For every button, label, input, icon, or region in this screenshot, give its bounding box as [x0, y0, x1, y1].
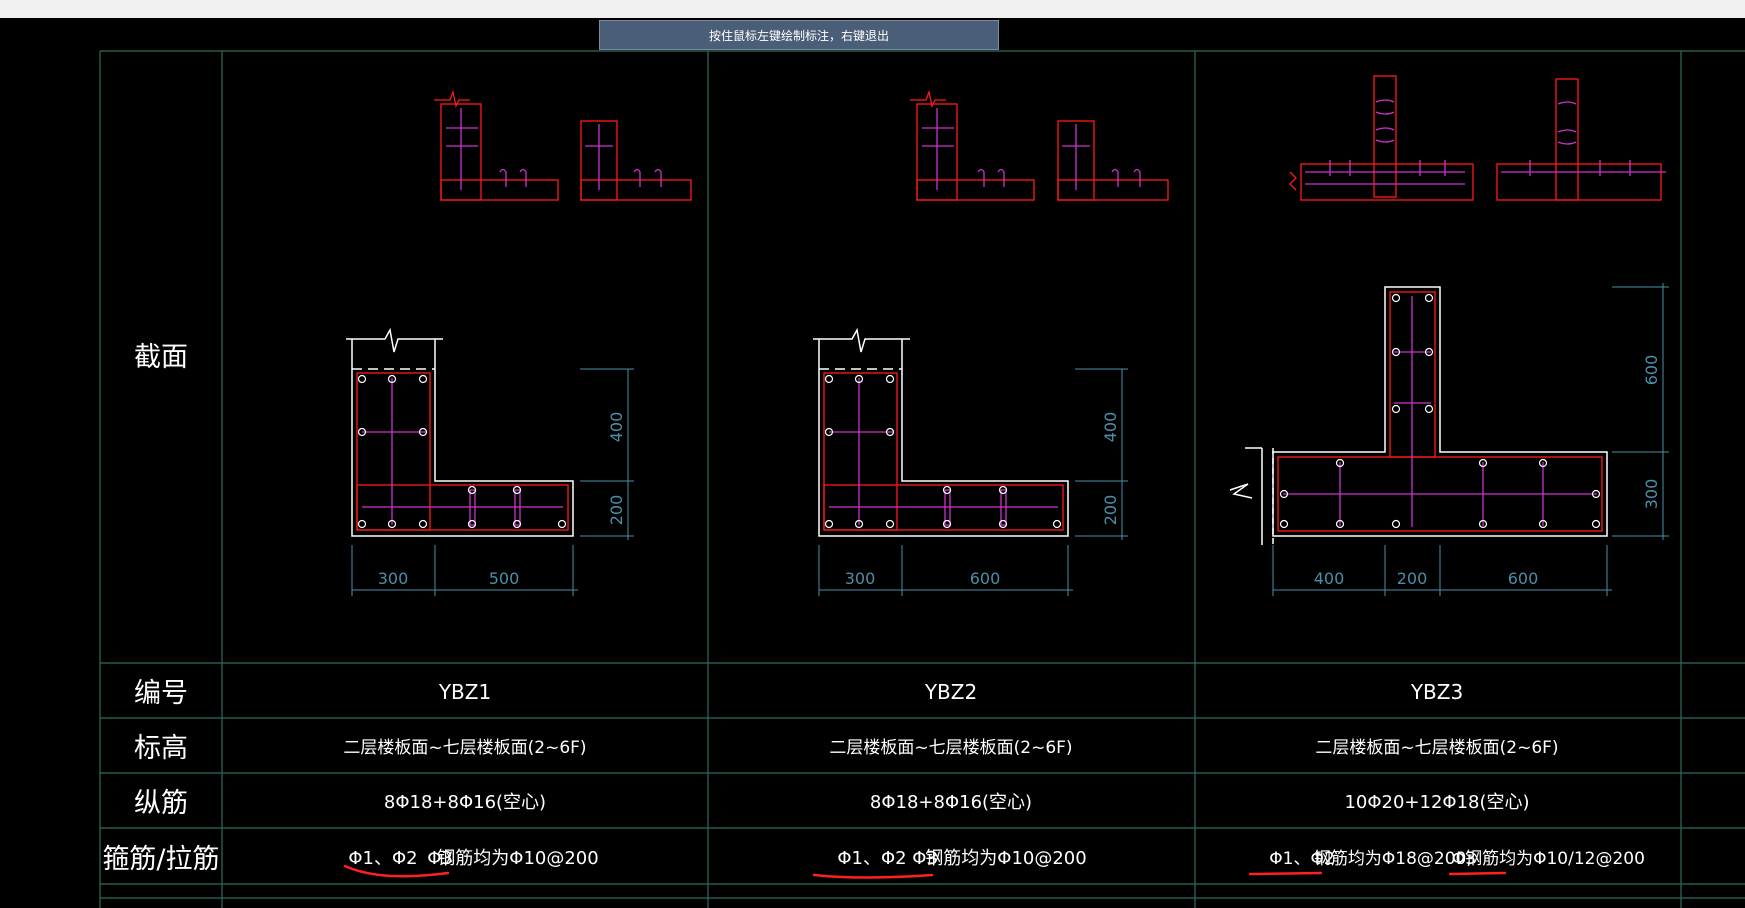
- ybz1-id: YBZ1: [438, 680, 491, 704]
- ybz1-elevation: 二层楼板面~七层楼板面(2~6F): [343, 738, 586, 758]
- ybz3-dim-h-mid: 200: [1397, 569, 1428, 588]
- ybz3-dim-h-left: 400: [1314, 569, 1345, 588]
- ybz1-dim-h-right: 500: [489, 569, 520, 588]
- ybz1-stirrup-c: 钢筋均为Φ10@200: [437, 848, 598, 869]
- ybz3-stirrup-b: 钢筋均为Φ18@200;: [1314, 849, 1472, 869]
- row-label-longitudinal: 纵筋: [134, 788, 188, 819]
- ybz3-underline-b: [1448, 871, 1507, 876]
- ybz2-elevation: 二层楼板面~七层楼板面(2~6F): [829, 738, 1072, 758]
- ybz2-dim-v-top: 400: [1101, 412, 1120, 443]
- ybz3-elevation: 二层楼板面~七层楼板面(2~6F): [1315, 738, 1558, 758]
- ybz2-longitudinal: 8Φ18+8Φ16(空心): [870, 792, 1032, 813]
- ybz1-section: 400 200 300 500: [346, 89, 692, 596]
- ybz2-id: YBZ2: [924, 680, 977, 704]
- ybz2-dim-h-right: 600: [970, 569, 1001, 588]
- ybz3-dim-v-top: 600: [1642, 355, 1661, 386]
- ybz2-underline: [812, 873, 934, 879]
- ybz3-id: YBZ3: [1410, 680, 1463, 704]
- ybz3-dim-v-bot: 300: [1642, 479, 1661, 510]
- ybz3-stirrup-d: 钢筋均为Φ10/12@200: [1465, 849, 1645, 869]
- ybz2-stirrup-c: 钢筋均为Φ10@200: [925, 848, 1086, 869]
- ybz1-stirrup-a: Φ1、Φ2: [348, 848, 417, 869]
- row-label-elevation: 标高: [134, 733, 188, 764]
- row-label-stirrup: 箍筋/拉筋: [102, 844, 219, 875]
- ybz3-longitudinal: 10Φ20+12Φ18(空心): [1344, 792, 1529, 813]
- ybz3-section: 600 300 400 200 600: [1229, 75, 1669, 596]
- ybz2-dim-h-left: 300: [845, 569, 876, 588]
- ybz2-dim-v-bot: 200: [1101, 495, 1120, 526]
- ybz1-dim-v-bot: 200: [607, 495, 626, 526]
- ybz2-section: 400 200 300 600: [813, 89, 1169, 596]
- ybz1-longitudinal: 8Φ18+8Φ16(空心): [384, 792, 546, 813]
- ybz2-stirrup-a: Φ1、Φ2: [837, 848, 906, 869]
- ybz1-dim-v-top: 400: [607, 412, 626, 443]
- command-hint-bar: 按住鼠标左键绘制标注，右键退出: [599, 20, 999, 50]
- row-label-id: 编号: [134, 678, 188, 709]
- ybz1-dim-h-left: 300: [378, 569, 409, 588]
- ybz3-underline-a: [1248, 871, 1323, 876]
- ybz3-dim-h-right: 600: [1508, 569, 1539, 588]
- row-label-section: 截面: [134, 342, 188, 373]
- drawing-svg[interactable]: 截面 编号 标高 纵筋 箍筋/拉筋 YBZ1 二层楼板面~七层楼板面(2~6F)…: [0, 0, 1745, 908]
